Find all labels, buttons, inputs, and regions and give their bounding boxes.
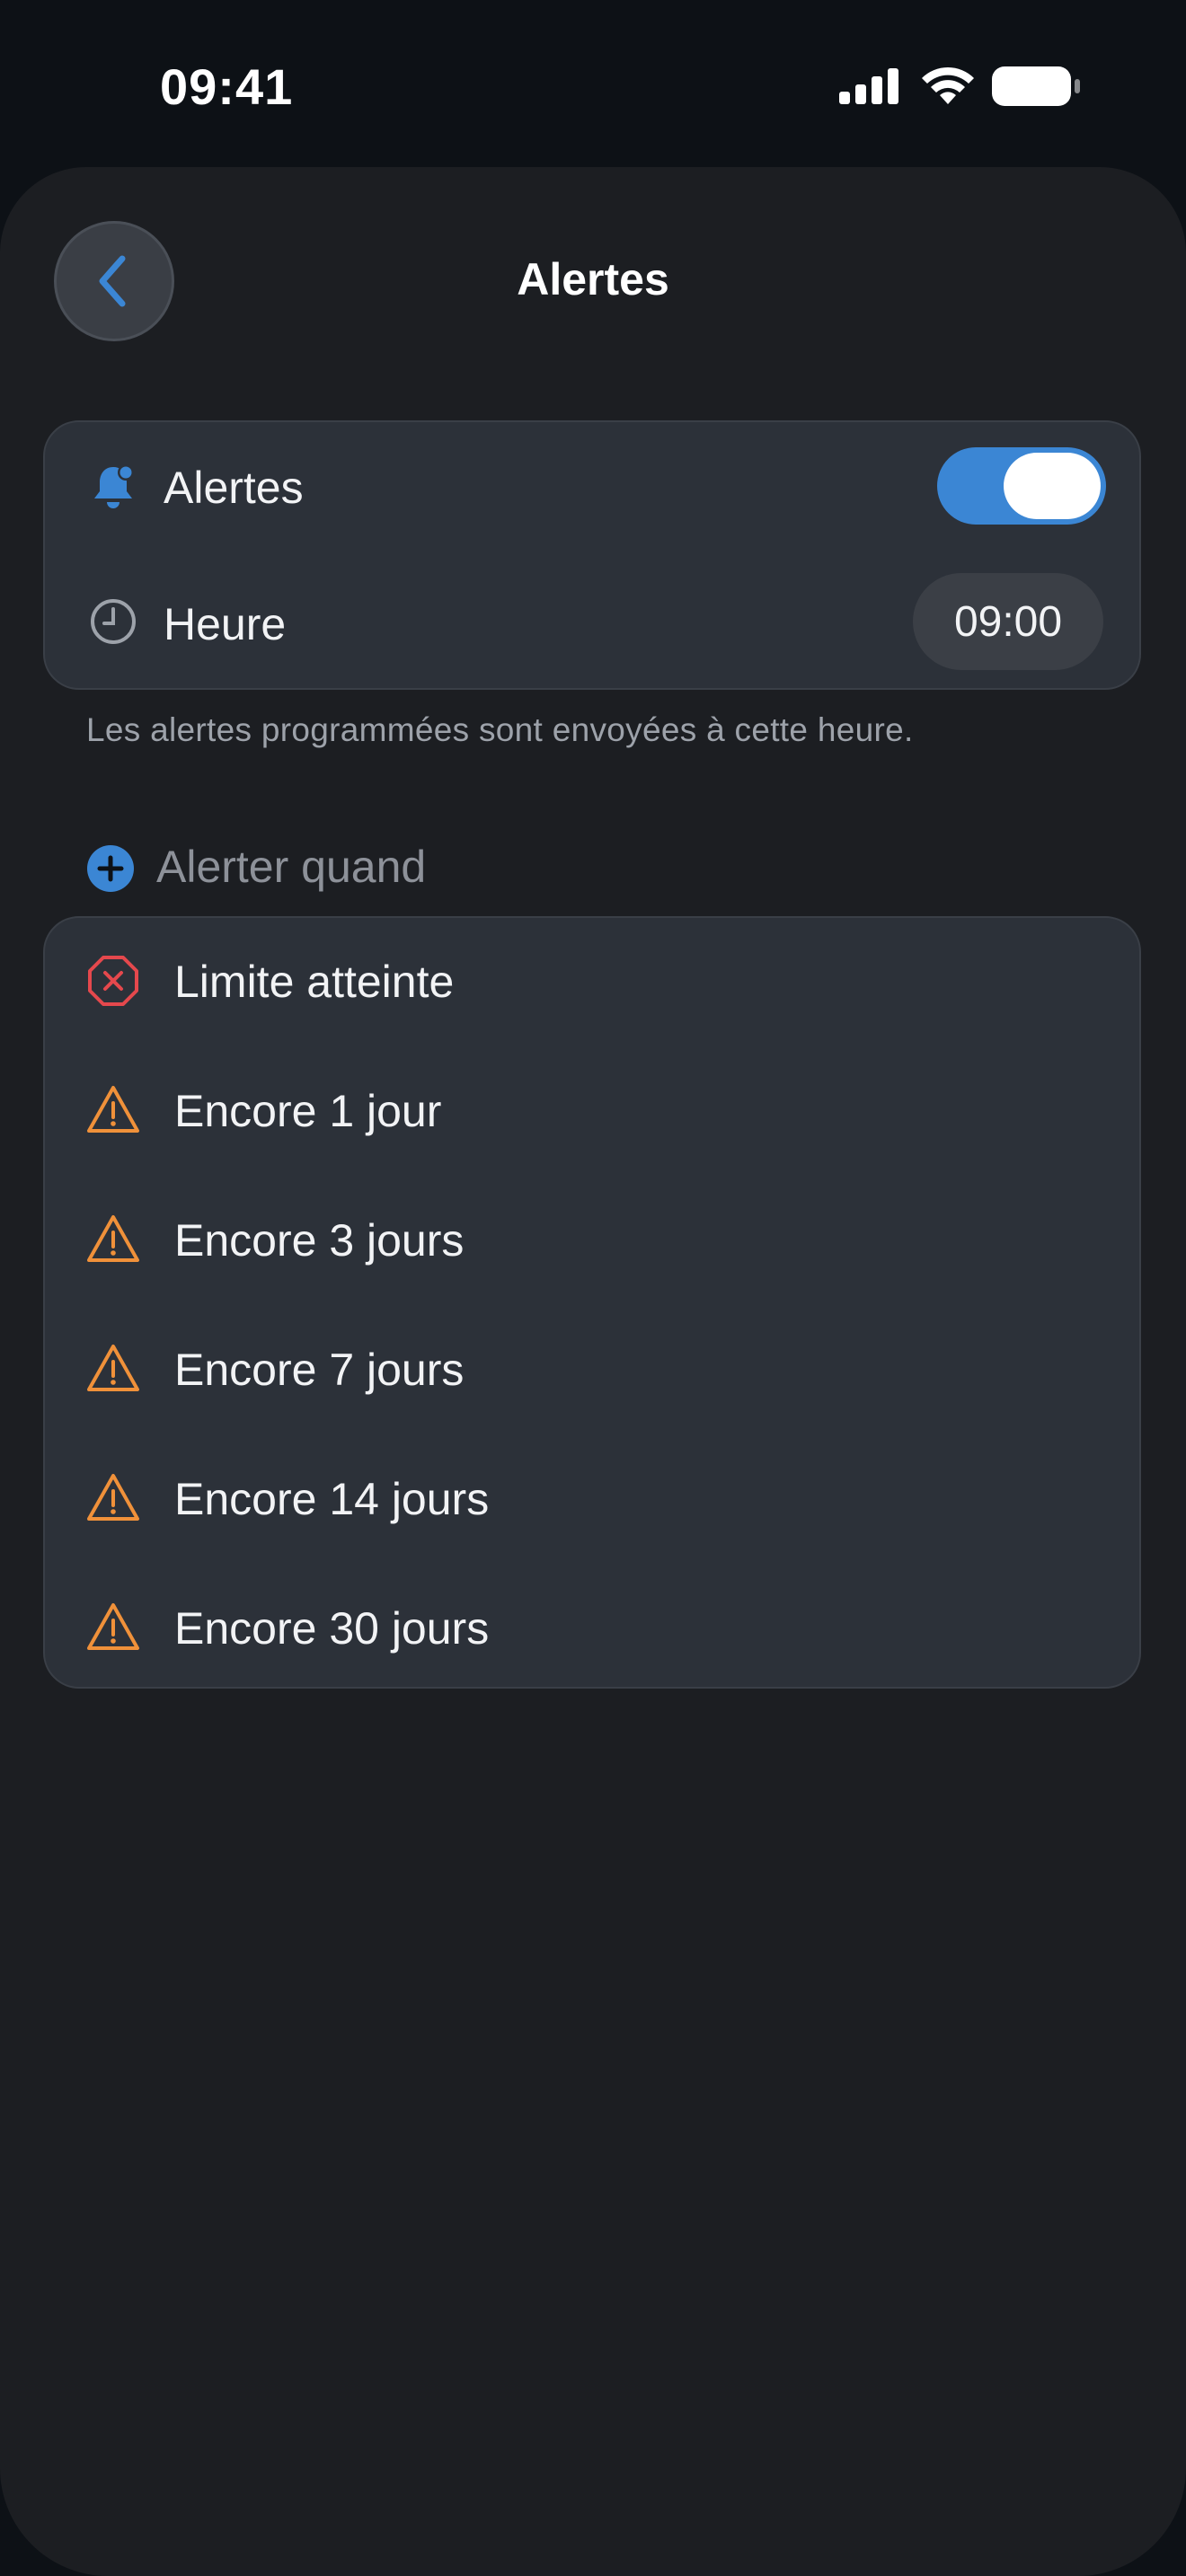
alert-item-label: Encore 30 jours bbox=[174, 1603, 490, 1654]
alerts-label: Alertes bbox=[164, 463, 304, 513]
alert-item-3-days[interactable]: Encore 3 jours bbox=[45, 1177, 1139, 1306]
page-title: Alertes bbox=[517, 254, 669, 304]
alerts-toggle-row[interactable]: Alertes bbox=[45, 422, 1139, 557]
alert-item-1-day[interactable]: Encore 1 jour bbox=[45, 1047, 1139, 1177]
warning-triangle-icon bbox=[87, 1215, 139, 1262]
clock-icon bbox=[91, 599, 136, 644]
alert-when-header[interactable]: Alerter quand bbox=[86, 841, 715, 895]
alert-when-title: Alerter quand bbox=[156, 842, 427, 892]
alert-item-14-days[interactable]: Encore 14 jours bbox=[45, 1435, 1139, 1565]
status-time: 09:41 bbox=[160, 58, 294, 115]
alerts-toggle[interactable] bbox=[937, 447, 1106, 525]
warning-triangle-icon bbox=[87, 1474, 139, 1521]
warning-triangle-icon bbox=[87, 1086, 139, 1133]
alert-item-label: Encore 3 jours bbox=[174, 1215, 465, 1266]
alert-item-label: Encore 7 jours bbox=[174, 1345, 465, 1395]
alert-item-label: Encore 1 jour bbox=[174, 1086, 442, 1136]
plus-circle-icon bbox=[87, 845, 134, 892]
warning-triangle-icon bbox=[87, 1345, 139, 1391]
time-picker[interactable]: 09:00 bbox=[913, 573, 1103, 670]
alert-item-7-days[interactable]: Encore 7 jours bbox=[45, 1306, 1139, 1435]
bell-badge-icon bbox=[94, 464, 134, 508]
battery-icon bbox=[992, 66, 1080, 106]
status-bar: 09:41 bbox=[0, 0, 1186, 171]
wifi-icon bbox=[922, 66, 974, 104]
alert-item-label: Encore 14 jours bbox=[174, 1474, 490, 1524]
cellular-signal-icon bbox=[839, 68, 898, 104]
alert-item-30-days[interactable]: Encore 30 jours bbox=[45, 1565, 1139, 1694]
alerts-sheet: Alertes Alertes Heure 09:00 Les alertes … bbox=[0, 167, 1186, 2576]
alert-item-label: Limite atteinte bbox=[174, 957, 455, 1007]
settings-footnote: Les alertes programmées sont envoyées à … bbox=[86, 711, 914, 748]
settings-card: Alertes Heure 09:00 bbox=[43, 420, 1141, 690]
alert-conditions-card: Limite atteinte Encore 1 jour Encore 3 j… bbox=[43, 916, 1141, 1689]
warning-triangle-icon bbox=[87, 1603, 139, 1650]
x-octagon-icon bbox=[88, 956, 138, 1006]
toggle-knob bbox=[1004, 453, 1101, 519]
alert-item-limit-reached[interactable]: Limite atteinte bbox=[45, 918, 1139, 1047]
status-icons bbox=[839, 65, 1082, 110]
time-label: Heure bbox=[164, 599, 287, 649]
